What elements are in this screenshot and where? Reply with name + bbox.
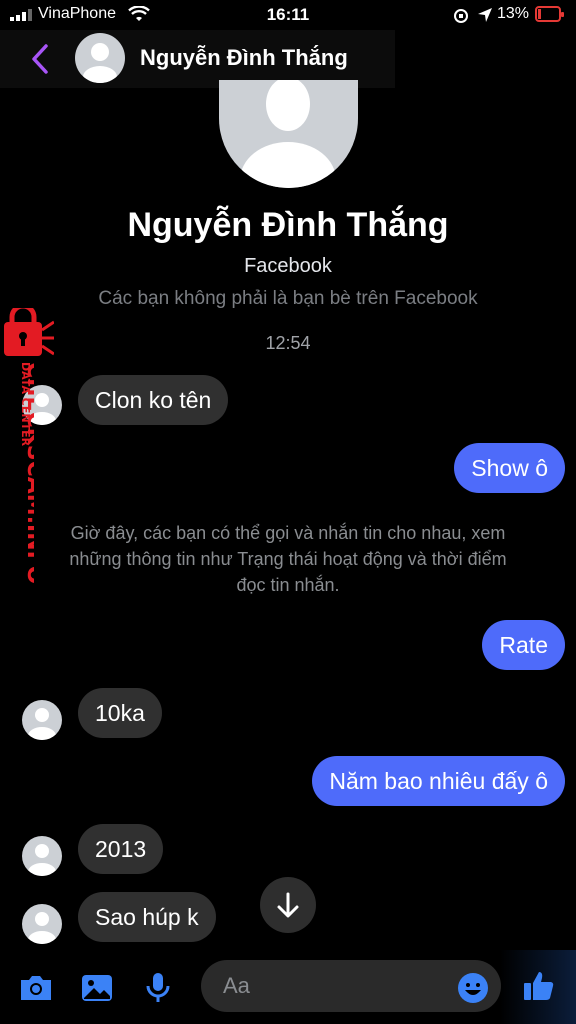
battery-percent: 13% — [497, 5, 530, 22]
status-bar: VinaPhone 16:11 13% — [0, 0, 576, 30]
watermark-lock-logo — [4, 308, 54, 356]
message-outgoing[interactable]: Show ô — [454, 443, 565, 493]
watermark-text: CHECKSCAM.INFO DATA CENTER — [19, 362, 34, 584]
profile-note: Các bạn không phải là bạn bè trên Facebo… — [98, 288, 478, 309]
message-incoming[interactable]: Sao húp k — [78, 892, 216, 942]
sender-avatar[interactable] — [22, 700, 62, 740]
arrow-down-icon — [277, 892, 299, 918]
back-icon[interactable] — [26, 40, 56, 78]
message-outgoing[interactable]: Năm bao nhiêu đấy ô — [312, 756, 565, 806]
message-incoming[interactable]: 10ka — [78, 688, 162, 738]
message-incoming[interactable]: 2013 — [78, 824, 164, 874]
system-message: Giờ đây, các bạn có thể gọi và nhắn tin … — [69, 523, 507, 595]
person-icon — [28, 844, 56, 876]
message-timestamp: 12:54 — [265, 333, 311, 353]
person-icon — [83, 43, 117, 83]
header-contact-name[interactable]: Nguyễn Đình Thắng — [140, 45, 348, 71]
profile-name: Nguyễn Đình Thắng — [127, 206, 449, 244]
photo-icon[interactable] — [79, 970, 115, 1006]
sender-avatar[interactable] — [22, 904, 62, 944]
person-icon — [28, 708, 56, 740]
emoji-icon[interactable] — [457, 972, 489, 1004]
microphone-icon[interactable] — [140, 970, 176, 1006]
scroll-to-bottom-button[interactable] — [260, 877, 316, 933]
profile-subtitle: Facebook — [244, 255, 332, 277]
message-input[interactable]: Aa — [201, 960, 501, 1012]
like-icon[interactable] — [521, 968, 557, 1004]
person-icon — [28, 912, 56, 944]
location-icon — [478, 8, 492, 22]
header-avatar[interactable] — [75, 33, 125, 83]
watermark-line-1: DATA CENTER — [19, 362, 32, 447]
sender-avatar[interactable] — [22, 836, 62, 876]
profile-avatar[interactable] — [219, 80, 358, 188]
orientation-lock-icon — [454, 9, 468, 23]
battery-icon — [535, 6, 564, 22]
camera-icon[interactable] — [18, 970, 54, 1006]
person-icon — [240, 80, 336, 188]
message-incoming[interactable]: Clon ko tên — [78, 375, 229, 425]
message-outgoing[interactable]: Rate — [482, 620, 565, 670]
